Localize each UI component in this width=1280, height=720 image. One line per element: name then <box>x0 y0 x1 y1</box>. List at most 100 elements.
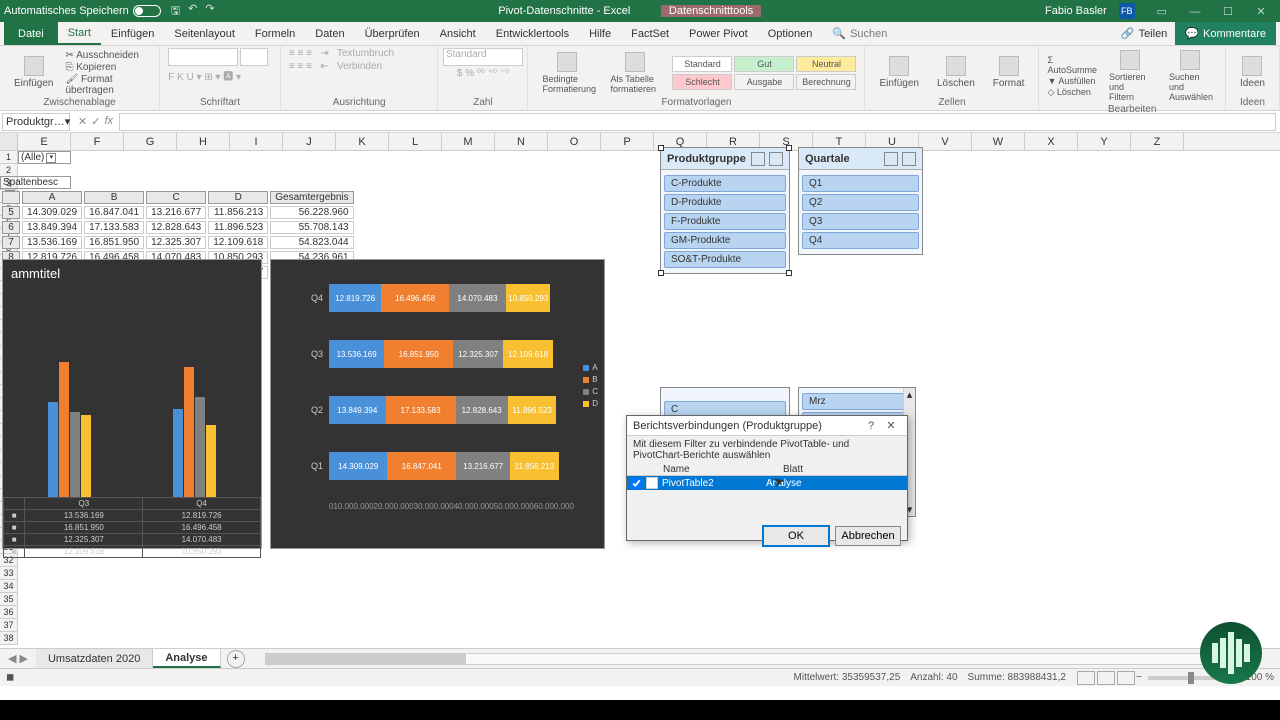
zoom-out-icon[interactable]: − <box>1136 672 1142 683</box>
horizontal-scrollbar[interactable] <box>265 653 1260 665</box>
slicer-item[interactable]: Q2 <box>802 194 919 211</box>
tab-formulas[interactable]: Formeln <box>245 22 305 45</box>
slicer-item[interactable]: Q4 <box>802 232 919 249</box>
page-break-view-icon[interactable] <box>1117 671 1135 685</box>
slicer-item[interactable]: GM-Produkte <box>664 232 786 249</box>
find-select-button[interactable]: Suchen und Auswählen <box>1163 48 1217 104</box>
tab-factset[interactable]: FactSet <box>621 22 679 45</box>
col-header[interactable]: J <box>283 133 336 150</box>
row-header[interactable]: 38 <box>0 632 18 645</box>
paste-button[interactable]: Einfügen <box>8 54 59 91</box>
dialog-row-checkbox[interactable] <box>631 478 642 489</box>
sheet-nav-icon[interactable]: ◀ ▶ <box>0 652 36 665</box>
col-header[interactable]: X <box>1025 133 1078 150</box>
row-header[interactable]: 1 <box>0 151 18 164</box>
pivot-filter-cell[interactable]: (Alle) <box>21 152 44 163</box>
accept-formula-icon[interactable]: ✓ <box>91 115 100 128</box>
minimize-icon[interactable]: — <box>1180 6 1210 18</box>
row-header[interactable]: 33 <box>0 567 18 580</box>
file-tab[interactable]: Datei <box>4 22 58 45</box>
autosum-button[interactable]: Σ AutoSumme <box>1047 55 1097 75</box>
comments-button[interactable]: 💬 Kommentare <box>1175 22 1276 45</box>
copy-button[interactable]: ⎘ Kopieren <box>65 62 151 73</box>
col-header[interactable]: I <box>230 133 283 150</box>
tab-help[interactable]: Hilfe <box>579 22 621 45</box>
sort-filter-button[interactable]: Sortieren und Filtern <box>1103 48 1157 104</box>
col-header[interactable]: F <box>71 133 124 150</box>
row-header[interactable]: 34 <box>0 580 18 593</box>
col-header[interactable]: N <box>495 133 548 150</box>
slicer-item[interactable]: SO&T-Produkte <box>664 251 786 268</box>
context-tab[interactable]: Datenschnitttools <box>661 5 761 17</box>
tab-options[interactable]: Optionen <box>758 22 823 45</box>
sheet-tab[interactable]: Umsatzdaten 2020 <box>36 649 153 668</box>
row-header[interactable]: 35 <box>0 593 18 606</box>
ideas-button[interactable]: Ideen <box>1234 54 1271 91</box>
cancel-button[interactable]: Abbrechen <box>835 526 901 546</box>
col-header[interactable]: K <box>336 133 389 150</box>
undo-icon[interactable]: ↶ <box>188 2 197 21</box>
formula-bar[interactable] <box>119 113 1276 131</box>
col-header[interactable]: O <box>548 133 601 150</box>
delete-cells-button[interactable]: Löschen <box>931 54 981 91</box>
select-all-corner[interactable] <box>0 133 18 150</box>
maximize-icon[interactable]: ☐ <box>1213 5 1243 18</box>
ok-button[interactable]: OK <box>763 526 829 546</box>
user-avatar[interactable]: FB <box>1119 3 1135 19</box>
col-header[interactable]: Y <box>1078 133 1131 150</box>
column-chart[interactable]: ammtitel Q3Q4 ■13.536.16912.819.726 ■16.… <box>2 259 262 549</box>
share-button[interactable]: 🔗 Teilen <box>1113 27 1175 40</box>
multiselect-icon[interactable] <box>751 152 765 166</box>
cancel-formula-icon[interactable]: ✕ <box>78 115 87 128</box>
record-macro-icon[interactable]: ◼ <box>6 672 14 683</box>
row-header[interactable]: 37 <box>0 619 18 632</box>
col-header[interactable]: W <box>972 133 1025 150</box>
tab-data[interactable]: Daten <box>305 22 354 45</box>
save-icon[interactable]: 🖫 <box>171 2 180 21</box>
dialog-help-icon[interactable]: ? <box>861 420 881 432</box>
col-header[interactable]: E <box>18 133 71 150</box>
tab-start[interactable]: Start <box>58 22 101 45</box>
dialog-close-icon[interactable]: ✕ <box>881 419 901 432</box>
format-cells-button[interactable]: Format <box>987 54 1031 91</box>
cut-button[interactable]: ✂ Ausschneiden <box>65 50 151 61</box>
ribbon-options-icon[interactable]: ▭ <box>1147 5 1177 18</box>
slicer-quartale[interactable]: Quartale Q1 Q2 Q3 Q4 <box>798 147 923 255</box>
tab-pagelayout[interactable]: Seitenlayout <box>164 22 245 45</box>
tell-me-search[interactable]: 🔍 Suchen <box>832 27 887 40</box>
col-header[interactable]: H <box>177 133 230 150</box>
normal-view-icon[interactable] <box>1077 671 1095 685</box>
row-header[interactable]: 36 <box>0 606 18 619</box>
dialog-list-row[interactable]: PivotTable2 Analyse <box>627 476 907 490</box>
slicer-item[interactable]: C-Produkte <box>664 175 786 192</box>
slicer-item[interactable]: D-Produkte <box>664 194 786 211</box>
fx-icon[interactable]: fx <box>104 115 113 128</box>
name-box[interactable]: Produktgr…▾ <box>2 113 70 131</box>
slicer-item[interactable]: Q3 <box>802 213 919 230</box>
col-header[interactable]: L <box>389 133 442 150</box>
insert-cells-button[interactable]: Einfügen <box>873 54 924 91</box>
col-header[interactable]: P <box>601 133 654 150</box>
autosave-toggle[interactable]: Automatisches Speichern <box>4 5 161 17</box>
slicer-item[interactable]: Q1 <box>802 175 919 192</box>
format-painter-button[interactable]: 🖌 Format übertragen <box>65 74 151 96</box>
tab-devtools[interactable]: Entwicklertools <box>486 22 579 45</box>
close-icon[interactable]: ✕ <box>1246 5 1276 18</box>
page-layout-view-icon[interactable] <box>1097 671 1115 685</box>
slicer-item[interactable]: Mrz <box>802 393 912 410</box>
font-family-dropdown[interactable] <box>168 48 238 66</box>
redo-icon[interactable]: ↷ <box>205 2 214 21</box>
tab-powerpivot[interactable]: Power Pivot <box>679 22 758 45</box>
number-format-dropdown[interactable]: Standard <box>443 48 523 66</box>
col-header[interactable]: V <box>919 133 972 150</box>
font-size-dropdown[interactable] <box>240 48 268 66</box>
tab-view[interactable]: Ansicht <box>430 22 486 45</box>
cell-styles-gallery[interactable]: Standard Gut Neutral Schlecht Ausgabe Be… <box>672 56 856 90</box>
slicer-item[interactable]: F-Produkte <box>664 213 786 230</box>
stacked-bar-chart[interactable]: Q412.819.72616.496.45814.070.48310.850.2… <box>270 259 605 549</box>
col-header[interactable]: M <box>442 133 495 150</box>
cond-format-button[interactable]: Bedingte Formatierung <box>536 50 598 96</box>
tab-review[interactable]: Überprüfen <box>355 22 430 45</box>
col-header[interactable]: G <box>124 133 177 150</box>
pivot-row-label[interactable]: Spaltenbesc <box>3 177 58 188</box>
